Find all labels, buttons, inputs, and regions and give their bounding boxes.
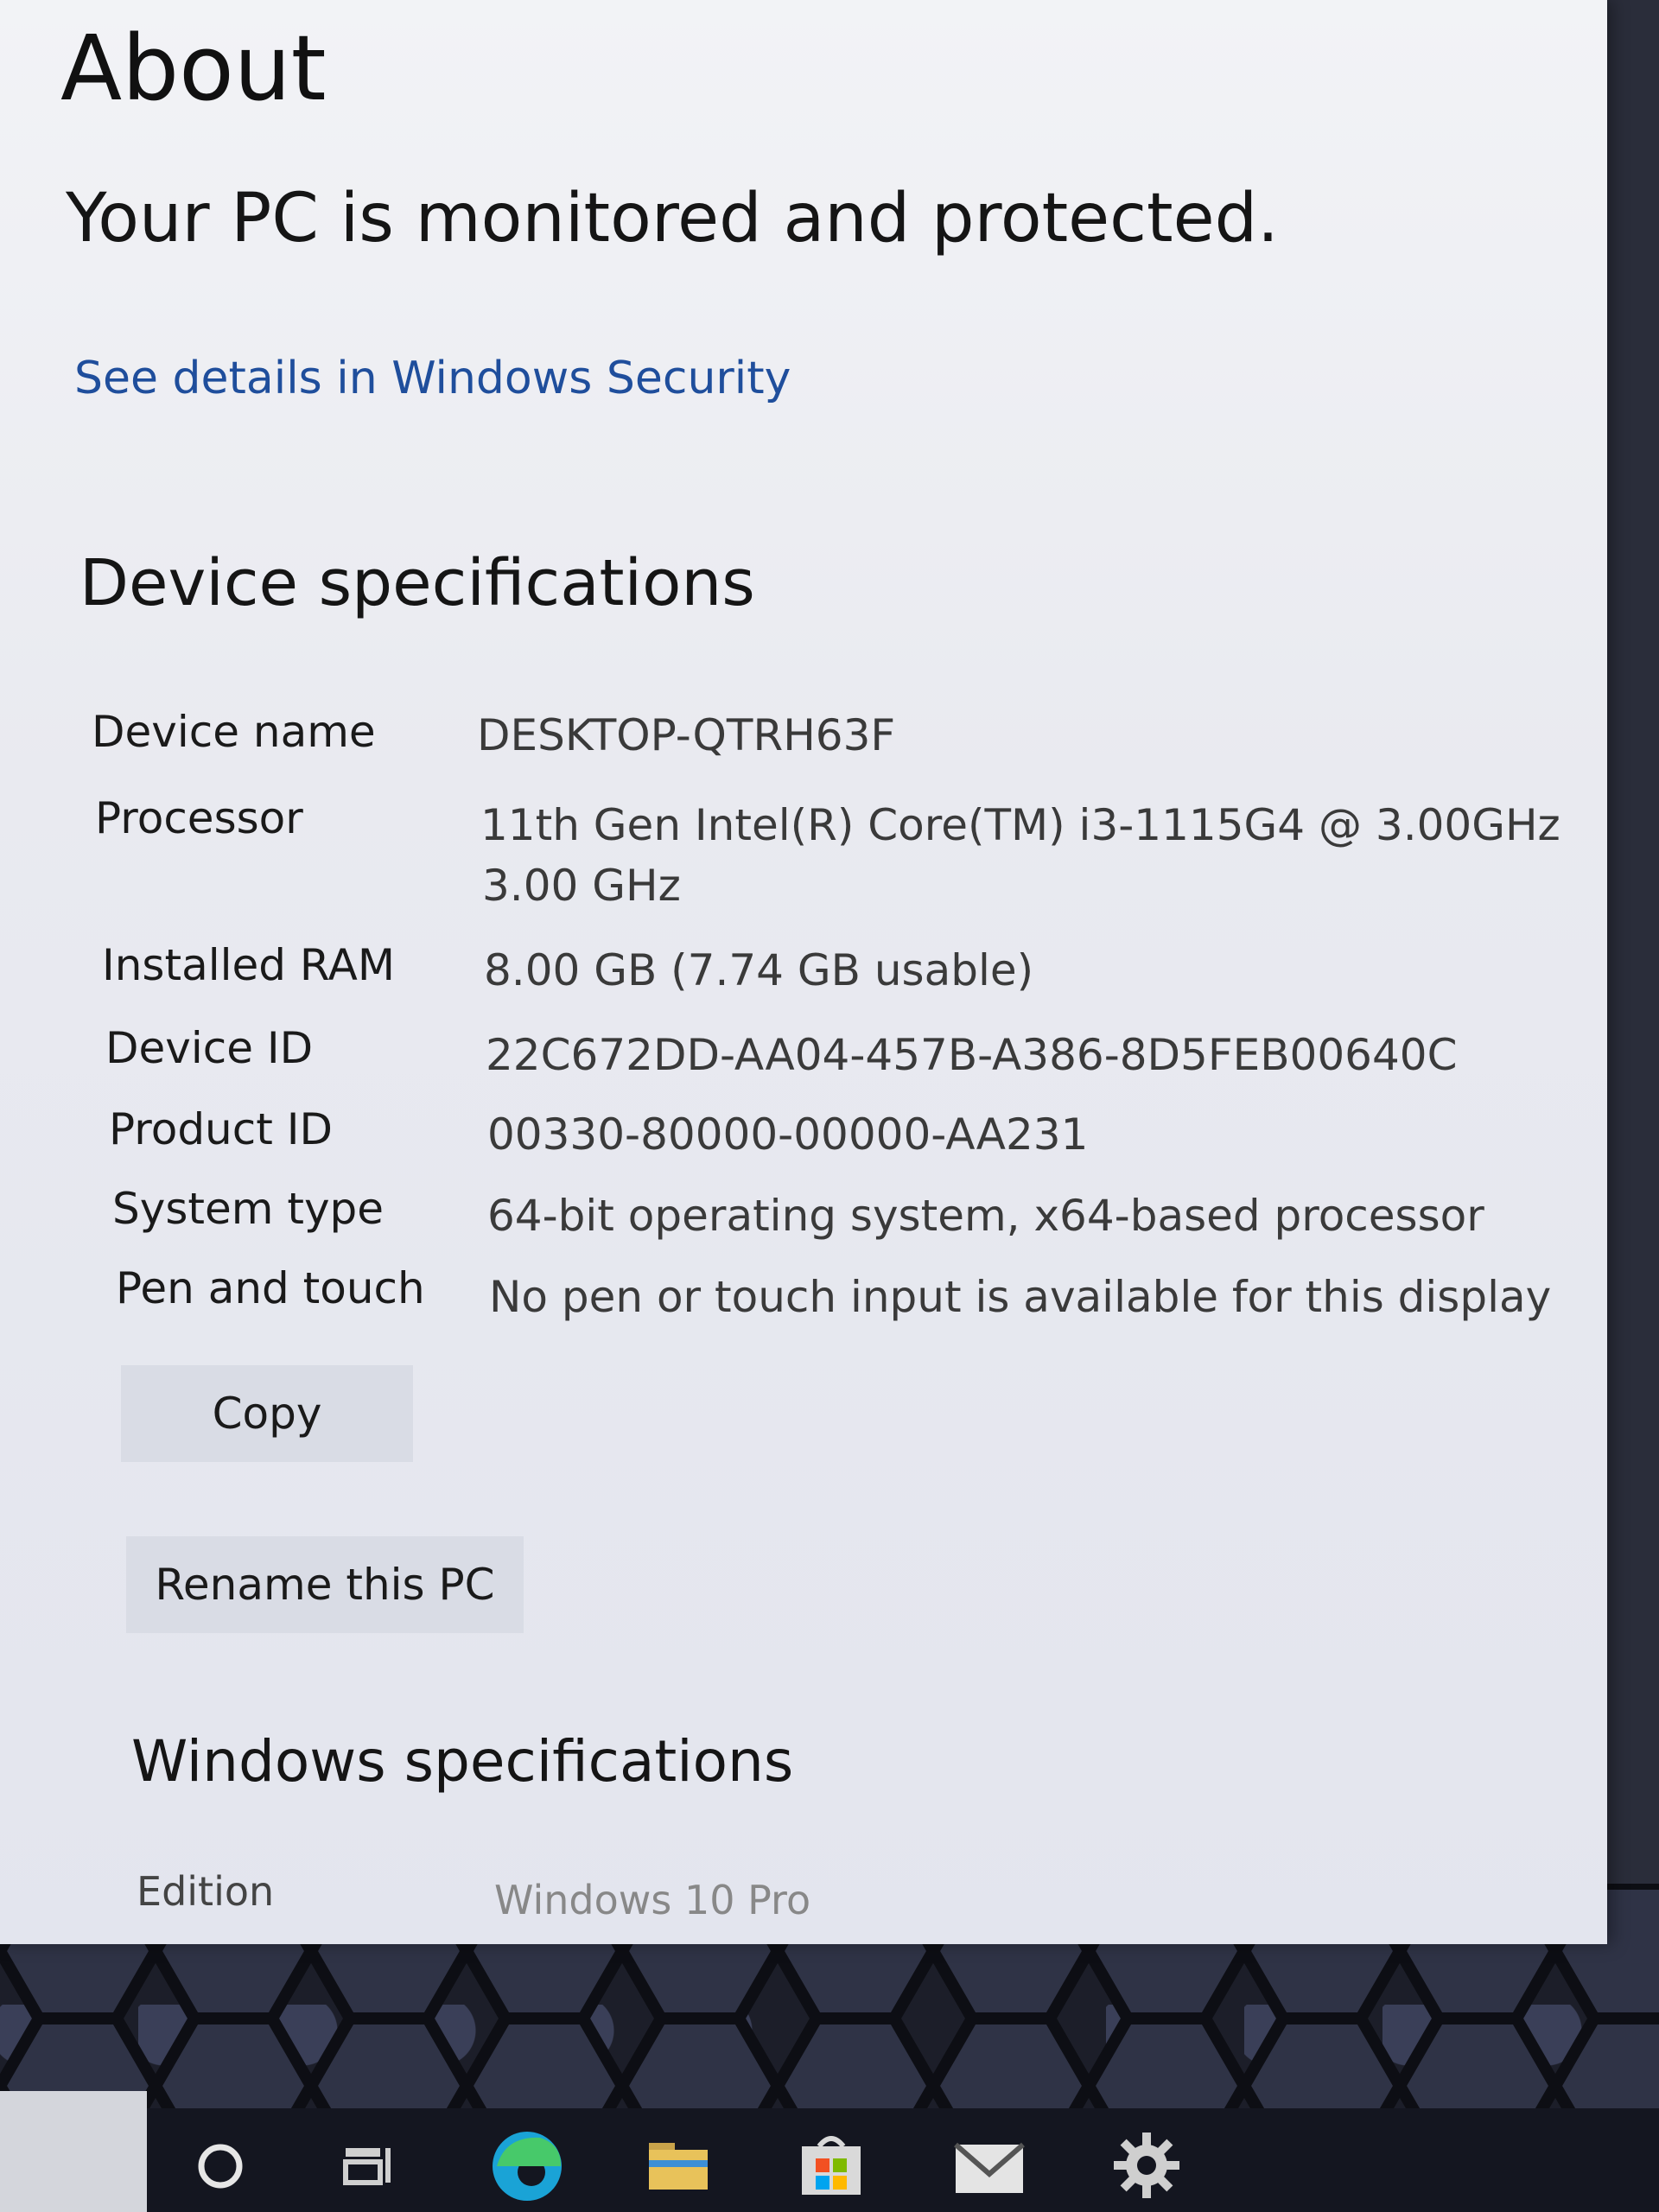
windows-security-link[interactable]: See details in Windows Security [74,353,791,404]
search-circle-icon[interactable] [190,2136,251,2196]
settings-gear-icon[interactable] [1110,2129,1183,2202]
spec-value-processor: 11th Gen Intel(R) Core(TM) i3-1115G4 @ 3… [480,800,1560,850]
spec-value-installed-ram: 8.00 GB (7.74 GB usable) [484,945,1034,995]
spec-label-processor: Processor [95,793,303,843]
taskbar-search-box[interactable] [0,2091,147,2212]
edge-browser-icon[interactable] [488,2127,566,2205]
spec-value-device-id: 22C672DD-AA04-457B-A386-8D5FEB00640C [486,1030,1458,1080]
spec-label-system-type: System type [112,1184,385,1234]
spec-label-edition: Edition [137,1868,275,1915]
mail-icon[interactable] [950,2133,1028,2202]
spec-label-pen-and-touch: Pen and touch [116,1263,425,1313]
spec-label-device-id: Device ID [105,1023,314,1073]
task-view-icon[interactable] [337,2136,397,2196]
spec-value-pen-and-touch: No pen or touch input is available for t… [489,1272,1552,1322]
spec-value-processor-speed: 3.00 GHz [482,861,681,911]
microsoft-store-icon[interactable] [795,2127,868,2200]
page-title: About [60,16,327,121]
device-specifications-heading: Device specifications [79,546,755,620]
spec-label-product-id: Product ID [109,1104,333,1154]
rename-pc-button[interactable]: Rename this PC [126,1536,524,1633]
spec-label-device-name: Device name [92,707,376,757]
spec-value-system-type: 64-bit operating system, x64-based proce… [487,1191,1484,1241]
spec-value-product-id: 00330-80000-00000-AA231 [487,1109,1089,1160]
settings-about-window: About Your PC is monitored and protected… [0,0,1607,1944]
file-explorer-icon[interactable] [644,2131,713,2200]
windows-specifications-heading: Windows specifications [131,1728,794,1795]
spec-value-device-name: DESKTOP-QTRH63F [477,710,896,760]
spec-label-installed-ram: Installed RAM [102,940,395,990]
spec-value-edition: Windows 10 Pro [494,1877,811,1923]
protection-status-text: Your PC is monitored and protected. [66,180,1279,257]
copy-button[interactable]: Copy [121,1365,413,1462]
